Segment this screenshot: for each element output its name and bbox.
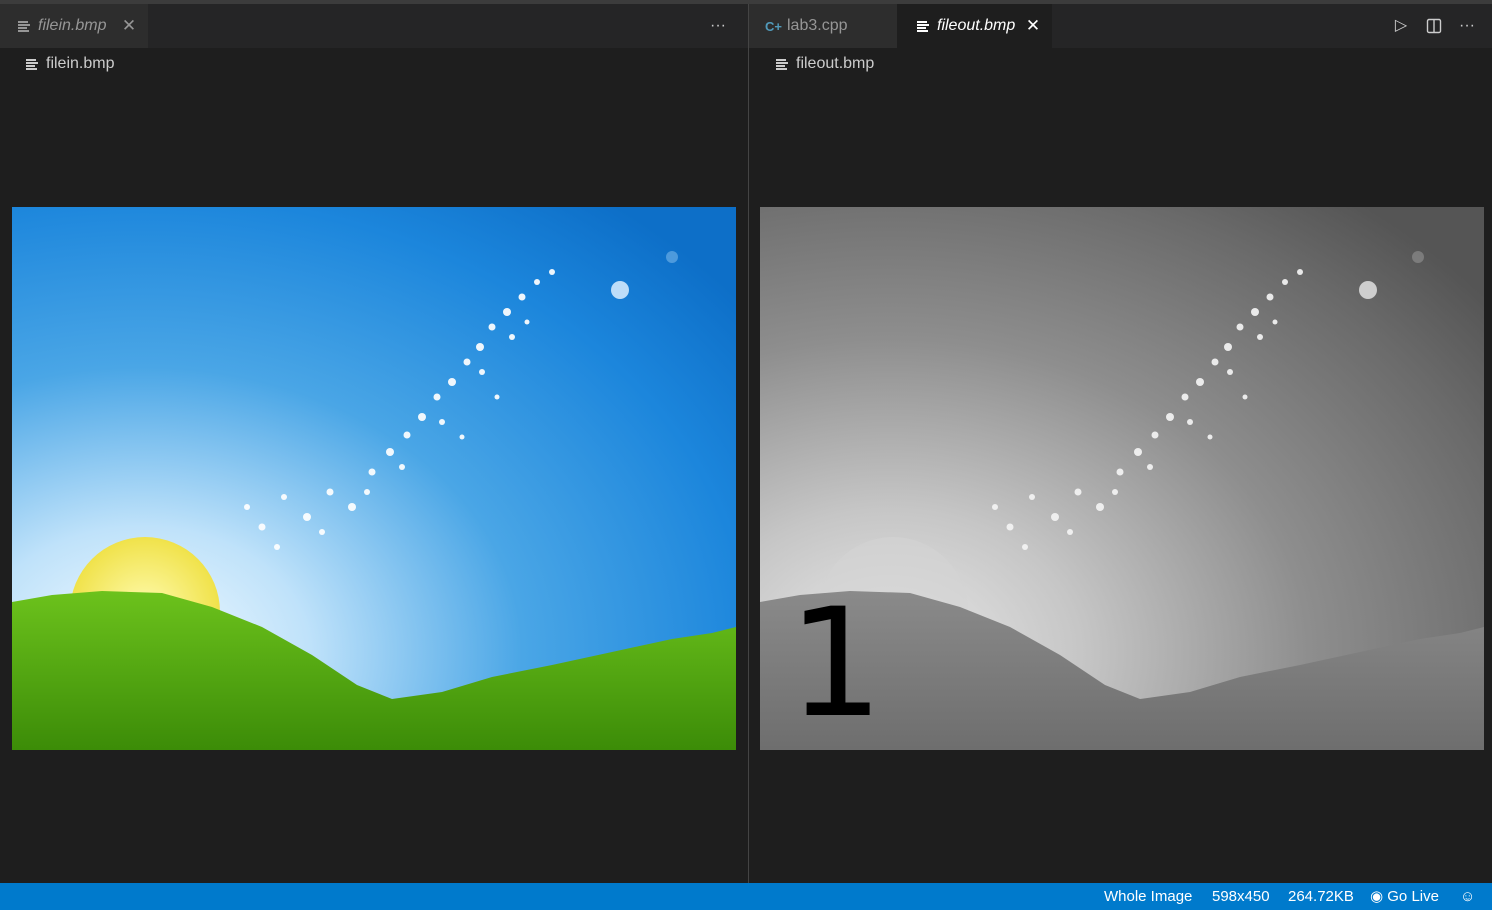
feedback-icon[interactable]: ☺ [1460, 883, 1475, 910]
tab-filein-bmp[interactable]: filein.bmp ✕ [0, 4, 148, 48]
go-live-label: Go Live [1387, 888, 1439, 905]
file-lines-icon [18, 20, 30, 32]
breadcrumb[interactable]: filein.bmp [26, 52, 114, 76]
breadcrumb-file: fileout.bmp [796, 55, 875, 72]
tab-label: lab3.cpp [787, 17, 848, 34]
file-lines-icon [917, 20, 929, 32]
status-bar: Whole Image 598x450 264.72KB ◉ Go Live ☺ [0, 883, 1492, 910]
ellipsis-icon[interactable]: ··· [1456, 15, 1478, 37]
breadcrumb[interactable]: fileout.bmp [776, 52, 874, 76]
ellipsis-icon[interactable]: ··· [707, 15, 729, 37]
broadcast-icon: ◉ [1370, 888, 1384, 905]
zoom-mode[interactable]: Whole Image [1104, 883, 1192, 910]
landscape-image-grayscale: 1 [760, 207, 1484, 750]
tab-bar-left: filein.bmp ✕ ··· [0, 4, 748, 48]
tab-label: fileout.bmp [937, 17, 1016, 34]
go-live-button[interactable]: ◉ Go Live [1370, 883, 1439, 910]
image-preview-grayscale: 1 [760, 207, 1484, 750]
file-lines-icon [26, 58, 38, 70]
editor-group-left: filein.bmp ✕ ··· filein.bmp [0, 4, 748, 883]
editor-group-right: C+ lab3.cpp fileout.bmp ✕ ▷ ··· fileout.… [749, 4, 1492, 883]
image-dimensions: 598x450 [1212, 888, 1270, 905]
run-icon[interactable]: ▷ [1390, 15, 1412, 37]
file-size: 264.72KB [1288, 888, 1354, 905]
tab-fileout-bmp[interactable]: fileout.bmp ✕ [897, 4, 1052, 48]
close-tab-icon[interactable]: ✕ [1024, 17, 1042, 35]
overlay-number: 1 [788, 577, 883, 750]
breadcrumb-file: filein.bmp [46, 55, 115, 72]
tab-bar-right: C+ lab3.cpp fileout.bmp ✕ ▷ ··· [749, 4, 1492, 48]
tab-lab3-cpp[interactable]: C+ lab3.cpp [749, 4, 897, 48]
image-preview-color [12, 207, 736, 750]
close-tab-icon[interactable]: ✕ [120, 17, 138, 35]
file-lines-icon [776, 58, 788, 70]
cpp-icon: C+ [765, 18, 782, 34]
tab-label: filein.bmp [38, 17, 107, 34]
landscape-image-color [12, 207, 736, 750]
split-editor-icon[interactable] [1423, 15, 1445, 37]
